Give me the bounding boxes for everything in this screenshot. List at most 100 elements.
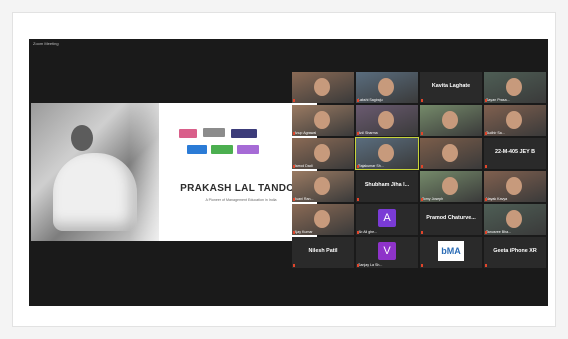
participant-name: Rajakumar Sh... [358,164,384,168]
participant-tile[interactable]: Lakshi Sagiraju [356,72,418,103]
shared-slide: PRAKASH LAL TANDON A Pioneer of Manageme… [31,103,317,241]
muted-mic-icon [485,132,487,135]
participant-name-large: Kavita Laghate [431,83,471,89]
participant-tile[interactable] [420,138,482,169]
esss-logo [187,145,207,154]
participant-face [378,144,394,162]
avatar-letter: V [378,242,396,260]
participant-name: Sanjay La Sh... [358,263,383,267]
participant-tile[interactable]: Pramod Chaturve... [420,204,482,235]
participant-tile[interactable]: 22-M-405 JEY B [484,138,546,169]
participant-name-large: Shubham Jiha I... [364,182,410,188]
participant-tile[interactable] [292,72,354,103]
muted-mic-icon [421,165,423,168]
muted-mic-icon [485,231,487,234]
participant-name-large: Pramod Chaturve... [426,215,476,221]
muted-mic-icon [293,198,295,201]
muted-mic-icon [357,198,359,201]
participant-tile[interactable]: Tanusree Bha... [484,204,546,235]
muted-mic-icon [421,99,423,102]
participant-tile[interactable] [420,105,482,136]
muted-mic-icon [357,165,359,168]
muted-mic-icon [293,99,295,102]
participant-face [314,177,330,195]
participant-face [442,144,458,162]
participant-tile[interactable]: Geeta iPhone XR [484,237,546,268]
participant-tile[interactable]: V Sanjay La Sh... [356,237,418,268]
slide-subtitle: A Pioneer of Management Education in Ind… [205,198,277,202]
participant-name-large: Nilesh Patil [308,248,338,254]
participant-face [314,78,330,96]
portrait-body [53,153,137,231]
muted-mic-icon [293,231,295,234]
gujarat-logo [237,145,259,154]
participant-tile[interactable]: Anil Sharma [356,105,418,136]
muted-mic-icon [485,99,487,102]
muted-mic-icon [357,99,359,102]
bma-logo [179,129,197,138]
slide-title: PRAKASH LAL TANDON [180,183,302,194]
participant-face [442,111,458,129]
participant-tile[interactable]: Avani Ran... [292,171,354,202]
muted-mic-icon [421,231,423,234]
muted-mic-icon [485,198,487,201]
muted-mic-icon [293,132,295,135]
participant-name: Ab Ali ghe... [358,230,378,234]
tandon-logo [203,128,225,137]
participant-tile[interactable]: Anup Agrawal [292,105,354,136]
participant-tile[interactable]: Nayak Kavya [484,171,546,202]
muted-mic-icon [293,264,295,267]
participant-tile[interactable]: bMA [420,237,482,268]
participant-face [378,111,394,129]
muted-mic-icon [357,132,359,135]
muted-mic-icon [485,264,487,267]
participant-name: Ajay Kumar [294,230,313,234]
participant-face [442,177,458,195]
participant-face [506,210,522,228]
participant-tile[interactable]: Nilesh Patil [292,237,354,268]
iims-logo [231,129,257,138]
participant-name: Anil Sharma [358,131,378,135]
participant-face [506,111,522,129]
bma-logo: bMA [438,241,464,261]
muted-mic-icon [421,132,423,135]
participant-face [506,78,522,96]
portrait-head [71,125,93,151]
participant-name: Sayan Prasa... [486,98,510,102]
participant-face [314,144,330,162]
participant-name: Nayak Kavya [486,197,508,201]
participant-face [314,210,330,228]
participant-name: Jarrod Dadi [294,164,313,168]
participant-tile[interactable]: Shubham Jiha I... [356,171,418,202]
participant-face [506,177,522,195]
avatar-letter: A [378,209,396,227]
muted-mic-icon [485,165,487,168]
participant-face [314,111,330,129]
participant-tile[interactable]: Ajay Kumar [292,204,354,235]
window-title: Zoom Meeting [33,41,59,46]
participant-name: Tomy Joseph [422,197,444,201]
participant-tile[interactable]: Kavita Laghate [420,72,482,103]
participant-name-large: 22-M-405 JEY B [494,149,536,155]
participant-name: Lakshi Sagiraju [358,98,383,102]
participant-tile[interactable]: Rajakumar Sh... [355,137,419,170]
soc-logo [211,145,233,154]
zoom-window: Zoom Meeting PRAKASH LAL TANDON A Pionee… [29,39,548,306]
participant-face [378,78,394,96]
participant-tile[interactable]: Tomy Joseph [420,171,482,202]
photo-fade [129,103,179,241]
muted-mic-icon [357,231,359,234]
participant-name: Anup Agrawal [294,131,317,135]
participant-tile[interactable]: A Ab Ali ghe... [356,204,418,235]
participant-tile[interactable]: Jarrod Dadi [292,138,354,169]
muted-mic-icon [293,165,295,168]
muted-mic-icon [421,198,423,201]
partner-logos [179,125,309,167]
participant-tile[interactable]: Sayan Prasa... [484,72,546,103]
participant-name: Avani Ran... [294,197,314,201]
participant-tile[interactable]: Sudhir Sa... [484,105,546,136]
muted-mic-icon [357,264,359,267]
muted-mic-icon [421,264,423,267]
participant-name: Sudhir Sa... [486,131,505,135]
participant-name-large: Geeta iPhone XR [493,248,537,254]
